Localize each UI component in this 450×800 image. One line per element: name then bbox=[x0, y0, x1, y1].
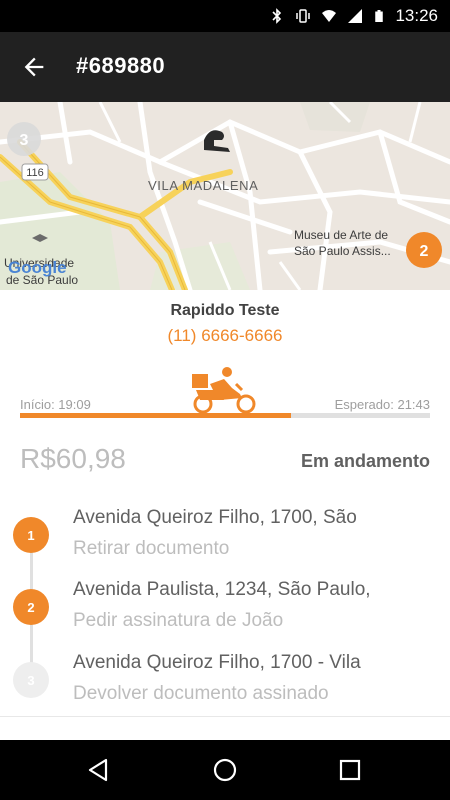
stop-task: Devolver documento assinado bbox=[73, 683, 329, 704]
system-nav-bar bbox=[0, 740, 450, 800]
google-logo: Google bbox=[8, 258, 67, 277]
nav-home-icon[interactable] bbox=[210, 755, 240, 785]
wifi-icon bbox=[322, 10, 337, 22]
svg-text:3: 3 bbox=[20, 132, 29, 149]
delivery-progress-bar bbox=[20, 413, 430, 418]
contact-name: Rapiddo Teste bbox=[170, 302, 280, 319]
svg-text:2: 2 bbox=[420, 243, 429, 260]
stop-task: Retirar documento bbox=[73, 538, 230, 559]
back-arrow-icon[interactable] bbox=[20, 53, 48, 81]
status-bar: 13:26 bbox=[0, 0, 450, 32]
bluetooth-icon bbox=[272, 8, 282, 24]
order-title: #689880 bbox=[76, 53, 166, 78]
map-marker-3[interactable]: 3 bbox=[7, 122, 41, 156]
vibrate-icon bbox=[296, 9, 311, 23]
stop-number-badge: 1 bbox=[13, 517, 49, 553]
contact-phone[interactable]: (11) 6666-6666 bbox=[0, 326, 450, 346]
order-price: R$60,98 bbox=[20, 443, 126, 474]
stop-item-3[interactable]: 3 Avenida Queiroz Filho, 1700 - Vila Dev… bbox=[0, 652, 450, 722]
map-marker-2[interactable]: 2 bbox=[406, 232, 442, 268]
map-view[interactable]: 116 VILA MADALENA Museu de Arte de São P… bbox=[0, 102, 450, 290]
stop-number-badge: 3 bbox=[13, 662, 49, 698]
delivery-progress-fill bbox=[20, 413, 291, 418]
stop-address: Avenida Paulista, 1234, São Paulo, bbox=[73, 579, 371, 600]
stop-item-1[interactable]: 1 Avenida Queiroz Filho, 1700, São Retir… bbox=[0, 507, 450, 577]
stop-address: Avenida Queiroz Filho, 1700 - Vila bbox=[73, 652, 361, 673]
battery-icon bbox=[375, 10, 384, 22]
start-time: Início: 19:09 bbox=[20, 397, 91, 412]
highway-label: 116 bbox=[26, 167, 44, 179]
map-canvas: 116 VILA MADALENA Museu de Arte de São P… bbox=[0, 102, 450, 290]
stop-address: Avenida Queiroz Filho, 1700, São bbox=[73, 507, 357, 528]
signal-icon bbox=[348, 9, 363, 23]
nav-recents-icon[interactable] bbox=[335, 755, 365, 785]
expected-time: Esperado: 21:43 bbox=[334, 397, 430, 412]
stop-item-2[interactable]: 2 Avenida Paulista, 1234, São Paulo, Ped… bbox=[0, 579, 450, 649]
district-label: VILA MADALENA bbox=[148, 178, 258, 193]
stop-task: Pedir assinatura de João bbox=[73, 610, 284, 631]
museum-label-1: Museu de Arte de bbox=[294, 228, 388, 242]
bottom-divider bbox=[0, 716, 450, 717]
stop-number-badge: 2 bbox=[13, 589, 49, 625]
app-bar: #689880 bbox=[0, 32, 450, 102]
museum-label-2: São Paulo Assis... bbox=[294, 244, 391, 258]
delivery-motorcycle-icon bbox=[192, 367, 256, 414]
clock: 13:26 bbox=[395, 6, 438, 25]
nav-back-icon[interactable] bbox=[84, 755, 114, 785]
app-root: 13:26 #689880 116 VILA MADALENA Museu de… bbox=[0, 0, 450, 800]
order-status: Em andamento bbox=[300, 451, 430, 471]
